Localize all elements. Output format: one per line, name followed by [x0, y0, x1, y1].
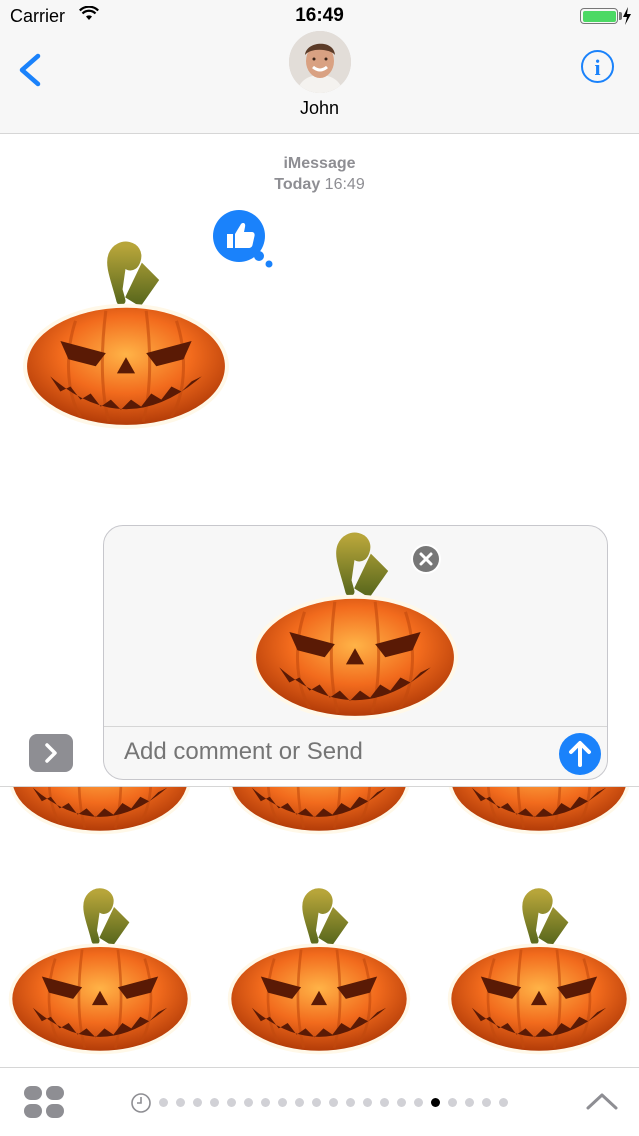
clock: 16:49 — [295, 5, 344, 26]
page-dot[interactable] — [210, 1098, 219, 1107]
grid-pumpkin-sticker[interactable] — [225, 887, 413, 1057]
contact-avatar[interactable] — [289, 31, 351, 93]
grid-pumpkin-sticker[interactable] — [225, 787, 413, 837]
comment-input[interactable] — [124, 738, 544, 766]
info-button[interactable]: i — [580, 49, 615, 84]
expand-apps-button[interactable] — [29, 734, 73, 772]
app-drawer-icon[interactable] — [23, 1085, 65, 1119]
page-dot[interactable] — [312, 1098, 321, 1107]
grid-pumpkin-sticker[interactable] — [445, 887, 633, 1057]
conversation-header: John i — [0, 31, 639, 134]
grid-pumpkin-sticker[interactable] — [445, 787, 633, 837]
page-dot[interactable] — [380, 1098, 389, 1107]
service-label: iMessage — [283, 155, 356, 172]
page-dot[interactable] — [227, 1098, 236, 1107]
chevron-up-icon[interactable] — [585, 1090, 619, 1112]
page-dot[interactable] — [244, 1098, 253, 1107]
page-dot[interactable] — [261, 1098, 270, 1107]
chevron-right-icon — [45, 743, 57, 763]
page-dot[interactable] — [397, 1098, 406, 1107]
page-dot[interactable] — [482, 1098, 491, 1107]
status-bar: Carrier 16:49 — [0, 0, 639, 34]
clock-icon[interactable] — [130, 1092, 152, 1114]
page-dot[interactable] — [414, 1098, 423, 1107]
remove-sticker-button[interactable] — [410, 543, 442, 575]
timestamp-day: Today — [274, 176, 321, 193]
page-dot[interactable] — [499, 1098, 508, 1107]
compose-box[interactable] — [103, 525, 608, 780]
charging-bolt-icon — [623, 7, 631, 25]
page-dot[interactable] — [278, 1098, 287, 1107]
page-dot[interactable] — [363, 1098, 372, 1107]
page-dot[interactable] — [329, 1098, 338, 1107]
page-dot[interactable] — [346, 1098, 355, 1107]
page-dot[interactable] — [448, 1098, 457, 1107]
page-dot[interactable] — [193, 1098, 202, 1107]
battery-icon — [580, 8, 618, 24]
page-dot[interactable] — [176, 1098, 185, 1107]
page-indicator — [159, 1098, 508, 1107]
sticker-grid — [0, 787, 639, 1067]
grid-pumpkin-sticker[interactable] — [6, 787, 194, 837]
page-dot[interactable] — [295, 1098, 304, 1107]
app-drawer-bar — [0, 1067, 639, 1136]
svg-text:i: i — [594, 55, 600, 80]
grid-pumpkin-sticker[interactable] — [6, 887, 194, 1057]
send-button[interactable] — [558, 732, 602, 776]
message-timestamp: Today 16:49 — [0, 176, 639, 194]
contact-name[interactable]: John — [0, 98, 639, 119]
timestamp-time: 16:49 — [324, 176, 365, 193]
page-dot[interactable] — [159, 1098, 168, 1107]
page-dot[interactable] — [431, 1098, 440, 1107]
back-button[interactable] — [14, 50, 48, 90]
page-dot[interactable] — [465, 1098, 474, 1107]
imessage-screen: Carrier 16:49 John i iMessage Today 16:4… — [0, 0, 639, 1136]
sent-pumpkin-sticker[interactable] — [20, 240, 232, 432]
compose-divider — [104, 726, 607, 727]
